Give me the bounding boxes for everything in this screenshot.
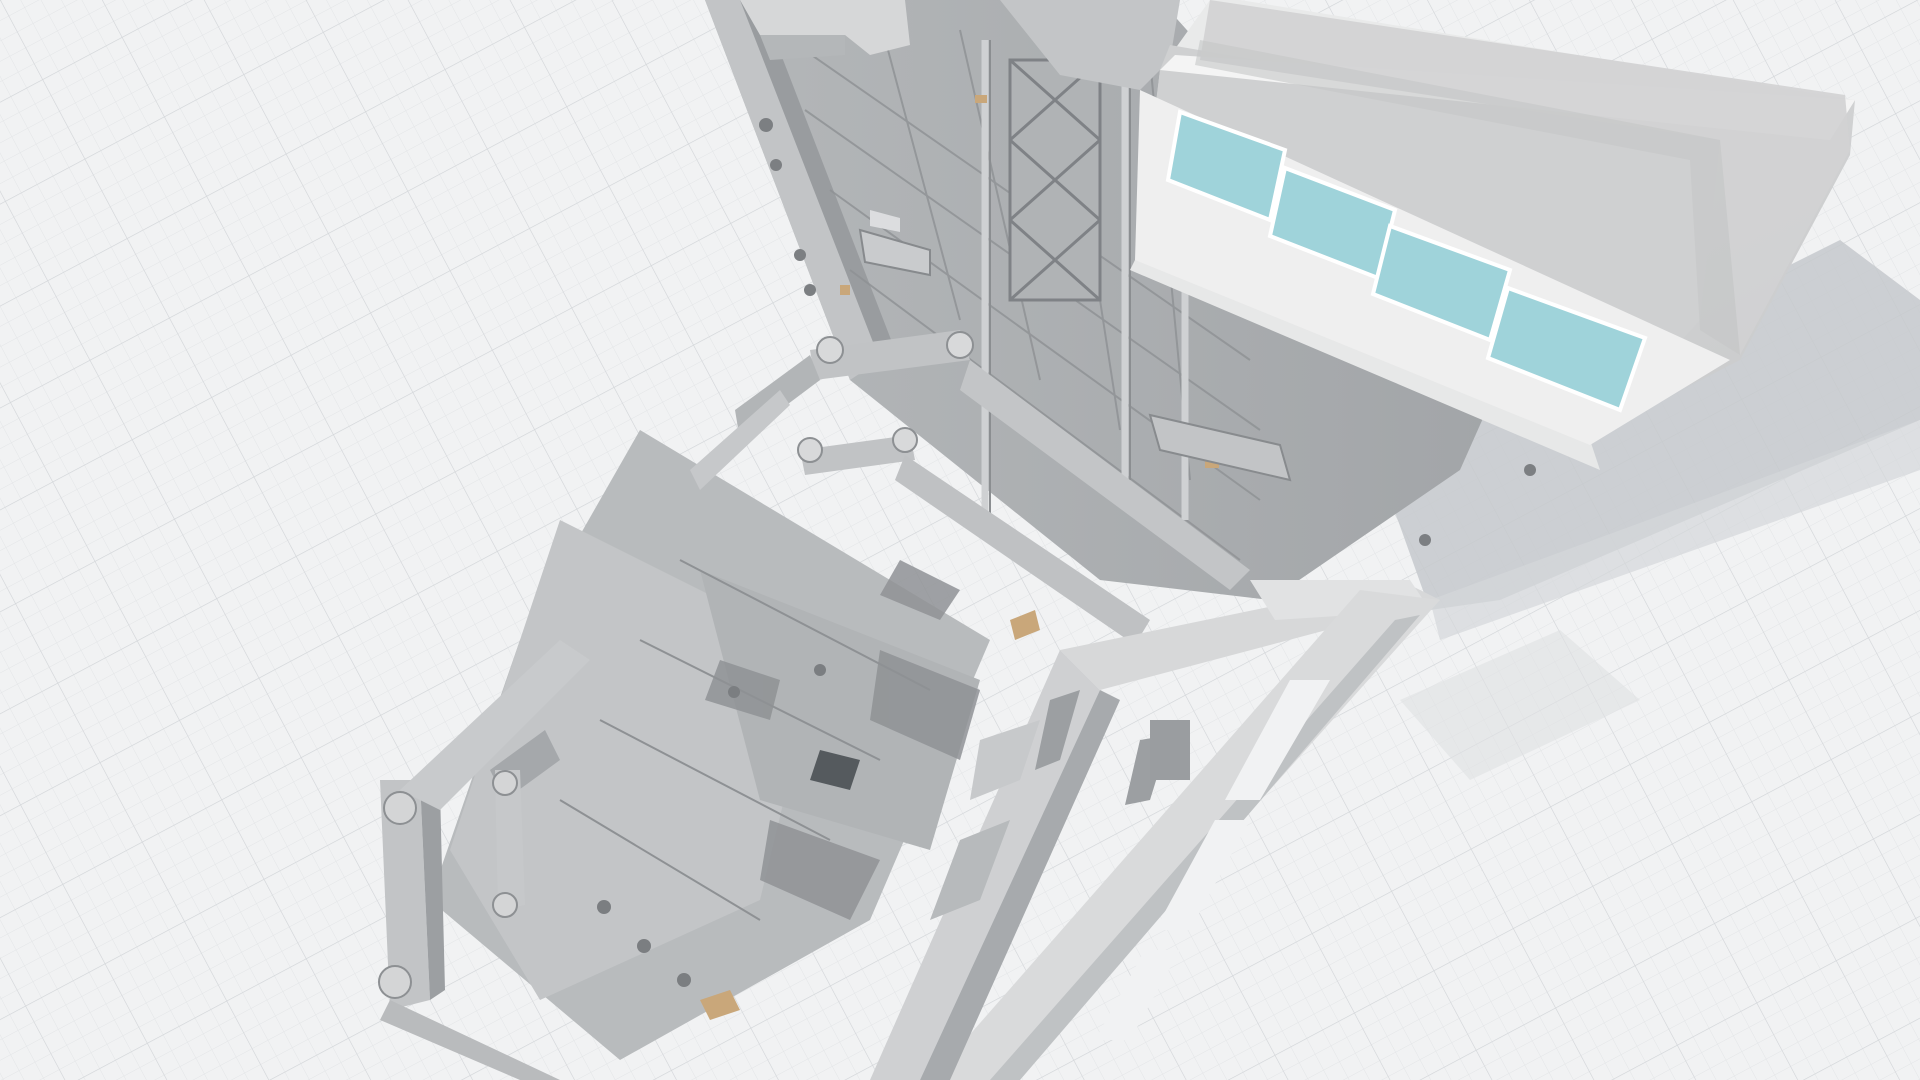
3d-viewport[interactable] [0,0,1920,1080]
3d-scene[interactable] [0,0,1920,1080]
